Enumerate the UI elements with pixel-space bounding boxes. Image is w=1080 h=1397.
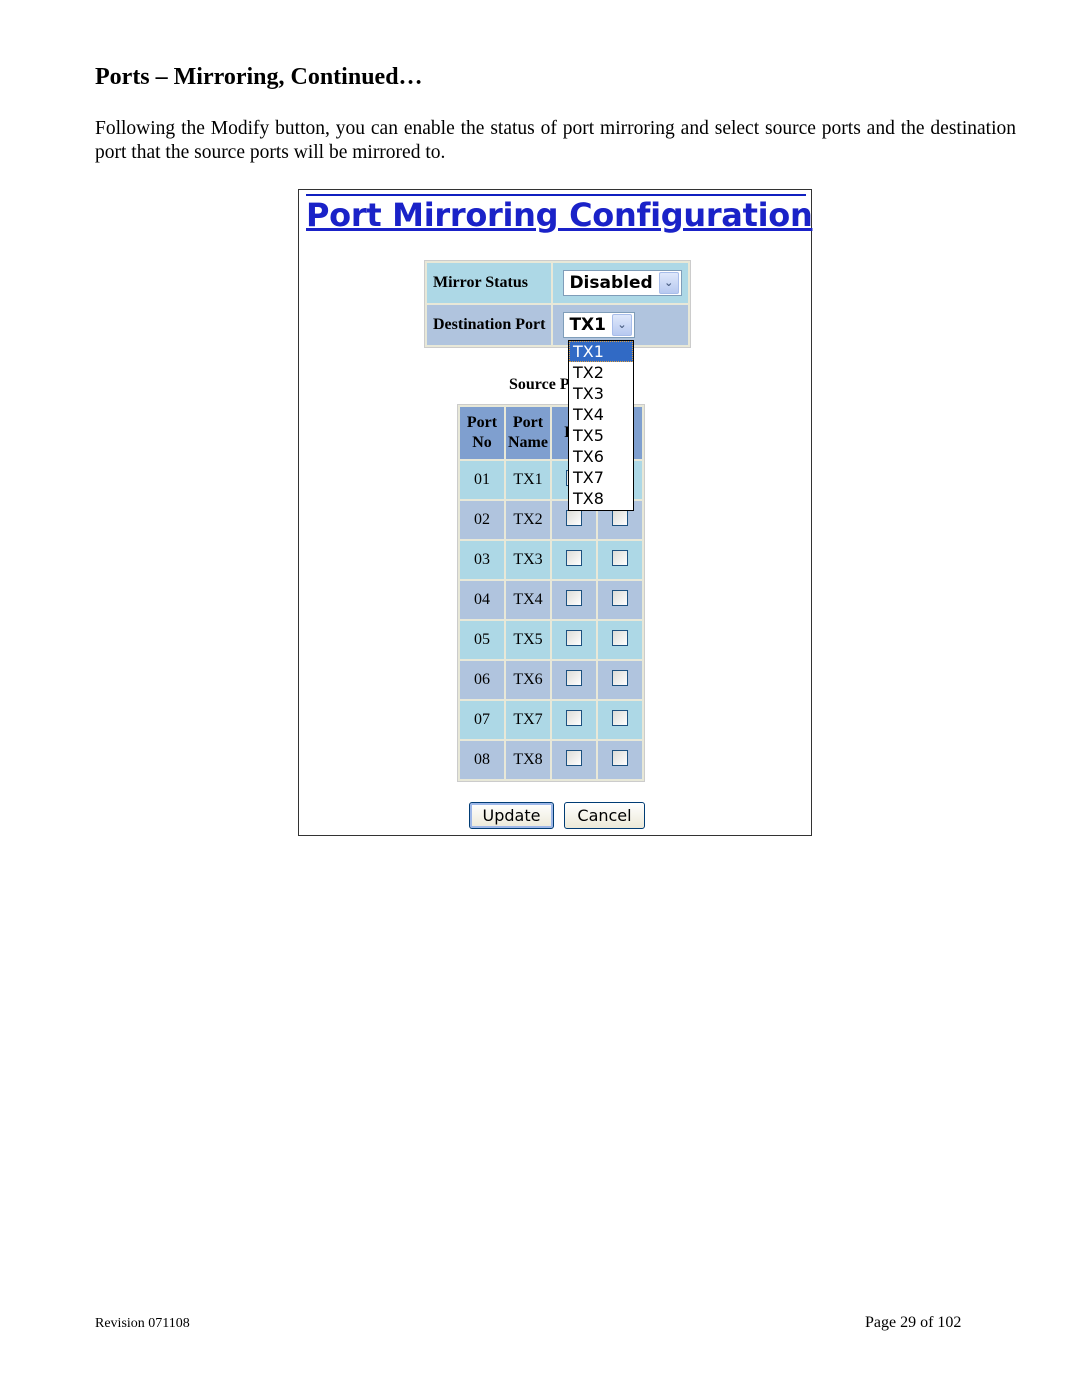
cancel-button[interactable]: Cancel [564,802,645,829]
dropdown-option[interactable]: TX6 [569,446,633,467]
tx-checkbox[interactable] [612,549,628,566]
rx-checkbox[interactable] [566,629,582,646]
port-no: 08 [460,741,504,779]
page-number: Page 29 of 102 [865,1314,962,1331]
rx-checkbox[interactable] [566,749,582,766]
dropdown-option[interactable]: TX2 [569,362,633,383]
dropdown-option[interactable]: TX1 [569,341,633,362]
tx-checkbox[interactable] [612,749,628,766]
port-name: TX8 [506,741,550,779]
port-name: TX1 [506,461,550,499]
dropdown-option[interactable]: TX7 [569,467,633,488]
revision-footer: Revision 071108 [95,1316,190,1331]
mirror-status-select[interactable]: Disabled ⌄ [563,270,682,296]
rx-checkbox[interactable] [566,709,582,726]
rx-checkbox[interactable] [566,589,582,606]
port-name: TX3 [506,541,550,579]
col-port-no: Port No [460,407,504,459]
port-no: 05 [460,621,504,659]
embedded-screenshot: Port Mirroring Configuration Mirror Stat… [298,189,813,836]
port-name: TX4 [506,581,550,619]
table-row: 04 TX4 [460,581,642,619]
destination-port-select[interactable]: TX1 ⌄ [563,312,635,338]
port-name: TX6 [506,661,550,699]
intro-paragraph: Following the Modify button, you can ena… [95,118,1016,163]
port-no: 01 [460,461,504,499]
chevron-down-icon: ⌄ [611,314,632,336]
mirror-status-label: Mirror Status [427,263,552,303]
port-no: 06 [460,661,504,699]
update-button[interactable]: Update [469,802,554,829]
tx-checkbox[interactable] [612,709,628,726]
dropdown-option[interactable]: TX3 [569,383,633,404]
table-row: 03 TX3 [460,541,642,579]
port-no: 03 [460,541,504,579]
dropdown-option[interactable]: TX5 [569,425,633,446]
table-row: 05 TX5 [460,621,642,659]
section-heading: Ports – Mirroring, Continued… [95,64,423,90]
tx-checkbox[interactable] [612,629,628,646]
mirror-settings-table: Mirror Status Disabled ⌄ Destination Port… [424,260,691,348]
rx-checkbox[interactable] [566,669,582,686]
destination-port-label: Destination Port [427,305,552,345]
col-port-name: Port Name [506,407,550,459]
chevron-down-icon: ⌄ [658,272,679,294]
rx-checkbox[interactable] [566,549,582,566]
tx-checkbox[interactable] [612,589,628,606]
port-no: 07 [460,701,504,739]
port-name: TX5 [506,621,550,659]
port-name: TX7 [506,701,550,739]
port-no: 04 [460,581,504,619]
port-no: 02 [460,501,504,539]
dropdown-option[interactable]: TX4 [569,404,633,425]
rx-checkbox[interactable] [566,509,582,526]
tx-checkbox[interactable] [612,509,628,526]
dropdown-option[interactable]: TX8 [569,488,633,509]
destination-port-value: TX1 [569,315,606,335]
page-title: Port Mirroring Configuration [306,194,813,234]
mirror-status-value: Disabled [569,273,653,293]
port-name: TX2 [506,501,550,539]
table-row: 06 TX6 [460,661,642,699]
document-page: Ports – Mirroring, Continued… Following … [0,0,1080,1397]
table-row: 07 TX7 [460,701,642,739]
destination-port-dropdown[interactable]: TX1 TX2 TX3 TX4 TX5 TX6 TX7 TX8 [568,340,634,511]
table-row: 08 TX8 [460,741,642,779]
tx-checkbox[interactable] [612,669,628,686]
